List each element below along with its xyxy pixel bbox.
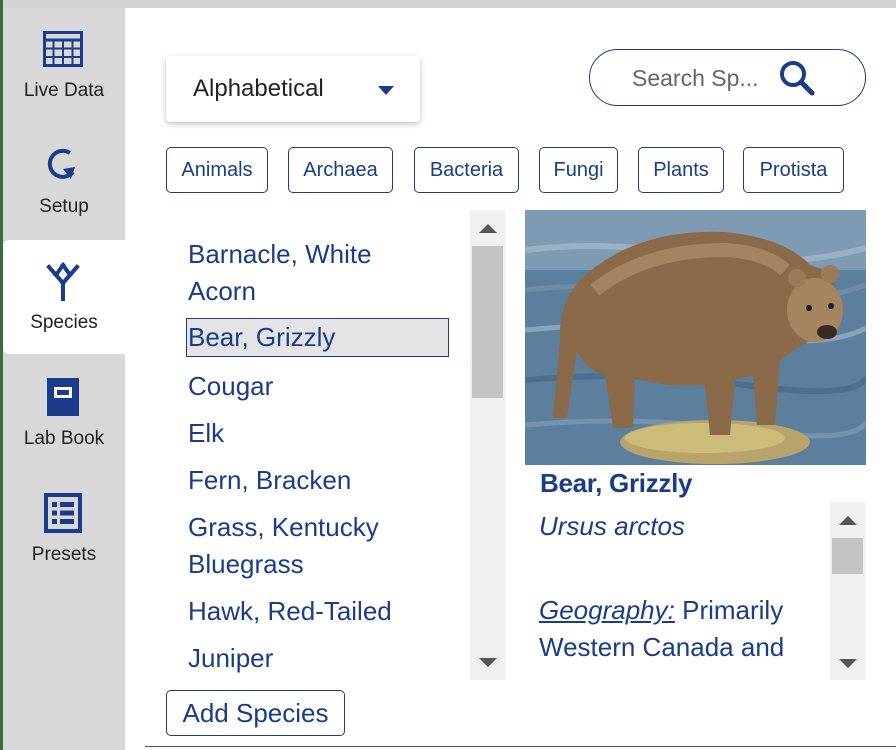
app-window: Live Data Setup Species Lab Book Presets… [0, 0, 896, 750]
list-item[interactable]: Grass, Kentucky Bluegrass [188, 509, 488, 583]
scroll-up-icon[interactable] [479, 224, 497, 233]
species-tree-icon [42, 260, 84, 302]
sidebar-item-presets[interactable]: Presets [3, 472, 125, 586]
sidebar: Live Data Setup Species Lab Book Presets [3, 8, 125, 750]
sort-dropdown-label: Alphabetical [193, 75, 324, 102]
filter-chip-fungi[interactable]: Fungi [539, 147, 618, 193]
grid-table-icon [42, 28, 84, 70]
filter-chip-bacteria[interactable]: Bacteria [414, 147, 519, 193]
species-scientific-name: Ursus arctos [539, 511, 685, 541]
sidebar-item-lab-book[interactable]: Lab Book [3, 356, 125, 470]
species-geography: Geography: Primarily Western Canada and [539, 592, 831, 666]
species-list-scrollbar[interactable] [470, 210, 505, 680]
list-item-line: Barnacle, White [188, 239, 372, 269]
add-species-button[interactable]: Add Species [166, 690, 345, 736]
list-item[interactable]: Fern, Bracken [188, 462, 488, 499]
filter-chip-protista[interactable]: Protista [743, 147, 844, 193]
list-item-line: Bluegrass [188, 549, 304, 579]
scroll-down-icon[interactable] [839, 659, 857, 668]
list-item-line: Acorn [188, 276, 256, 306]
sidebar-item-species[interactable]: Species [3, 240, 125, 354]
list-item[interactable]: Hawk, Red-Tailed [188, 593, 488, 630]
sidebar-item-setup[interactable]: Setup [3, 124, 125, 238]
sidebar-item-label: Species [30, 312, 98, 333]
species-detail-body: Ursus arctos Geography: Primarily Wester… [539, 508, 831, 678]
filter-chip-animals[interactable]: Animals [166, 147, 268, 193]
detail-spacer [539, 545, 831, 592]
species-list: Barnacle, White Acorn Bear, Grizzly Coug… [166, 210, 506, 680]
window-edge [0, 0, 3, 750]
list-item[interactable]: Juniper [188, 640, 488, 677]
refresh-arrow-icon [42, 144, 84, 186]
divider [145, 746, 896, 747]
scrollbar-thumb[interactable] [832, 538, 863, 574]
search-placeholder: Search Sp... [632, 65, 759, 91]
list-item[interactable]: Barnacle, White Acorn [188, 236, 488, 310]
species-photo [525, 210, 866, 465]
list-item-selected[interactable]: Bear, Grizzly [186, 318, 449, 357]
list-item-line: Grass, Kentucky [188, 512, 379, 542]
scroll-up-icon[interactable] [839, 516, 857, 525]
sidebar-item-label: Setup [39, 196, 89, 217]
sidebar-item-label: Live Data [23, 80, 105, 101]
list-grid-icon [42, 492, 84, 534]
sidebar-item-label: Lab Book [23, 428, 105, 449]
list-item[interactable]: Elk [188, 415, 488, 452]
search-icon[interactable] [778, 59, 816, 97]
sidebar-item-label: Presets [31, 544, 97, 565]
chevron-down-icon [378, 86, 394, 95]
species-detail-name: Bear, Grizzly [540, 468, 693, 498]
detail-scrollbar[interactable] [830, 502, 865, 680]
scroll-down-icon[interactable] [479, 658, 497, 667]
geography-label: Geography: [539, 595, 675, 625]
sort-dropdown[interactable]: Alphabetical [166, 56, 420, 122]
species-panel: Alphabetical Search Sp... Animals Archae… [125, 8, 896, 750]
list-item[interactable]: Cougar [188, 368, 488, 405]
search-input[interactable]: Search Sp... [589, 49, 866, 106]
top-strip [0, 0, 896, 8]
notebook-icon [42, 376, 84, 418]
filter-chip-archaea[interactable]: Archaea [288, 147, 393, 193]
filter-chip-plants[interactable]: Plants [638, 147, 724, 193]
sidebar-item-live-data[interactable]: Live Data [3, 8, 125, 122]
scrollbar-thumb[interactable] [472, 246, 503, 398]
